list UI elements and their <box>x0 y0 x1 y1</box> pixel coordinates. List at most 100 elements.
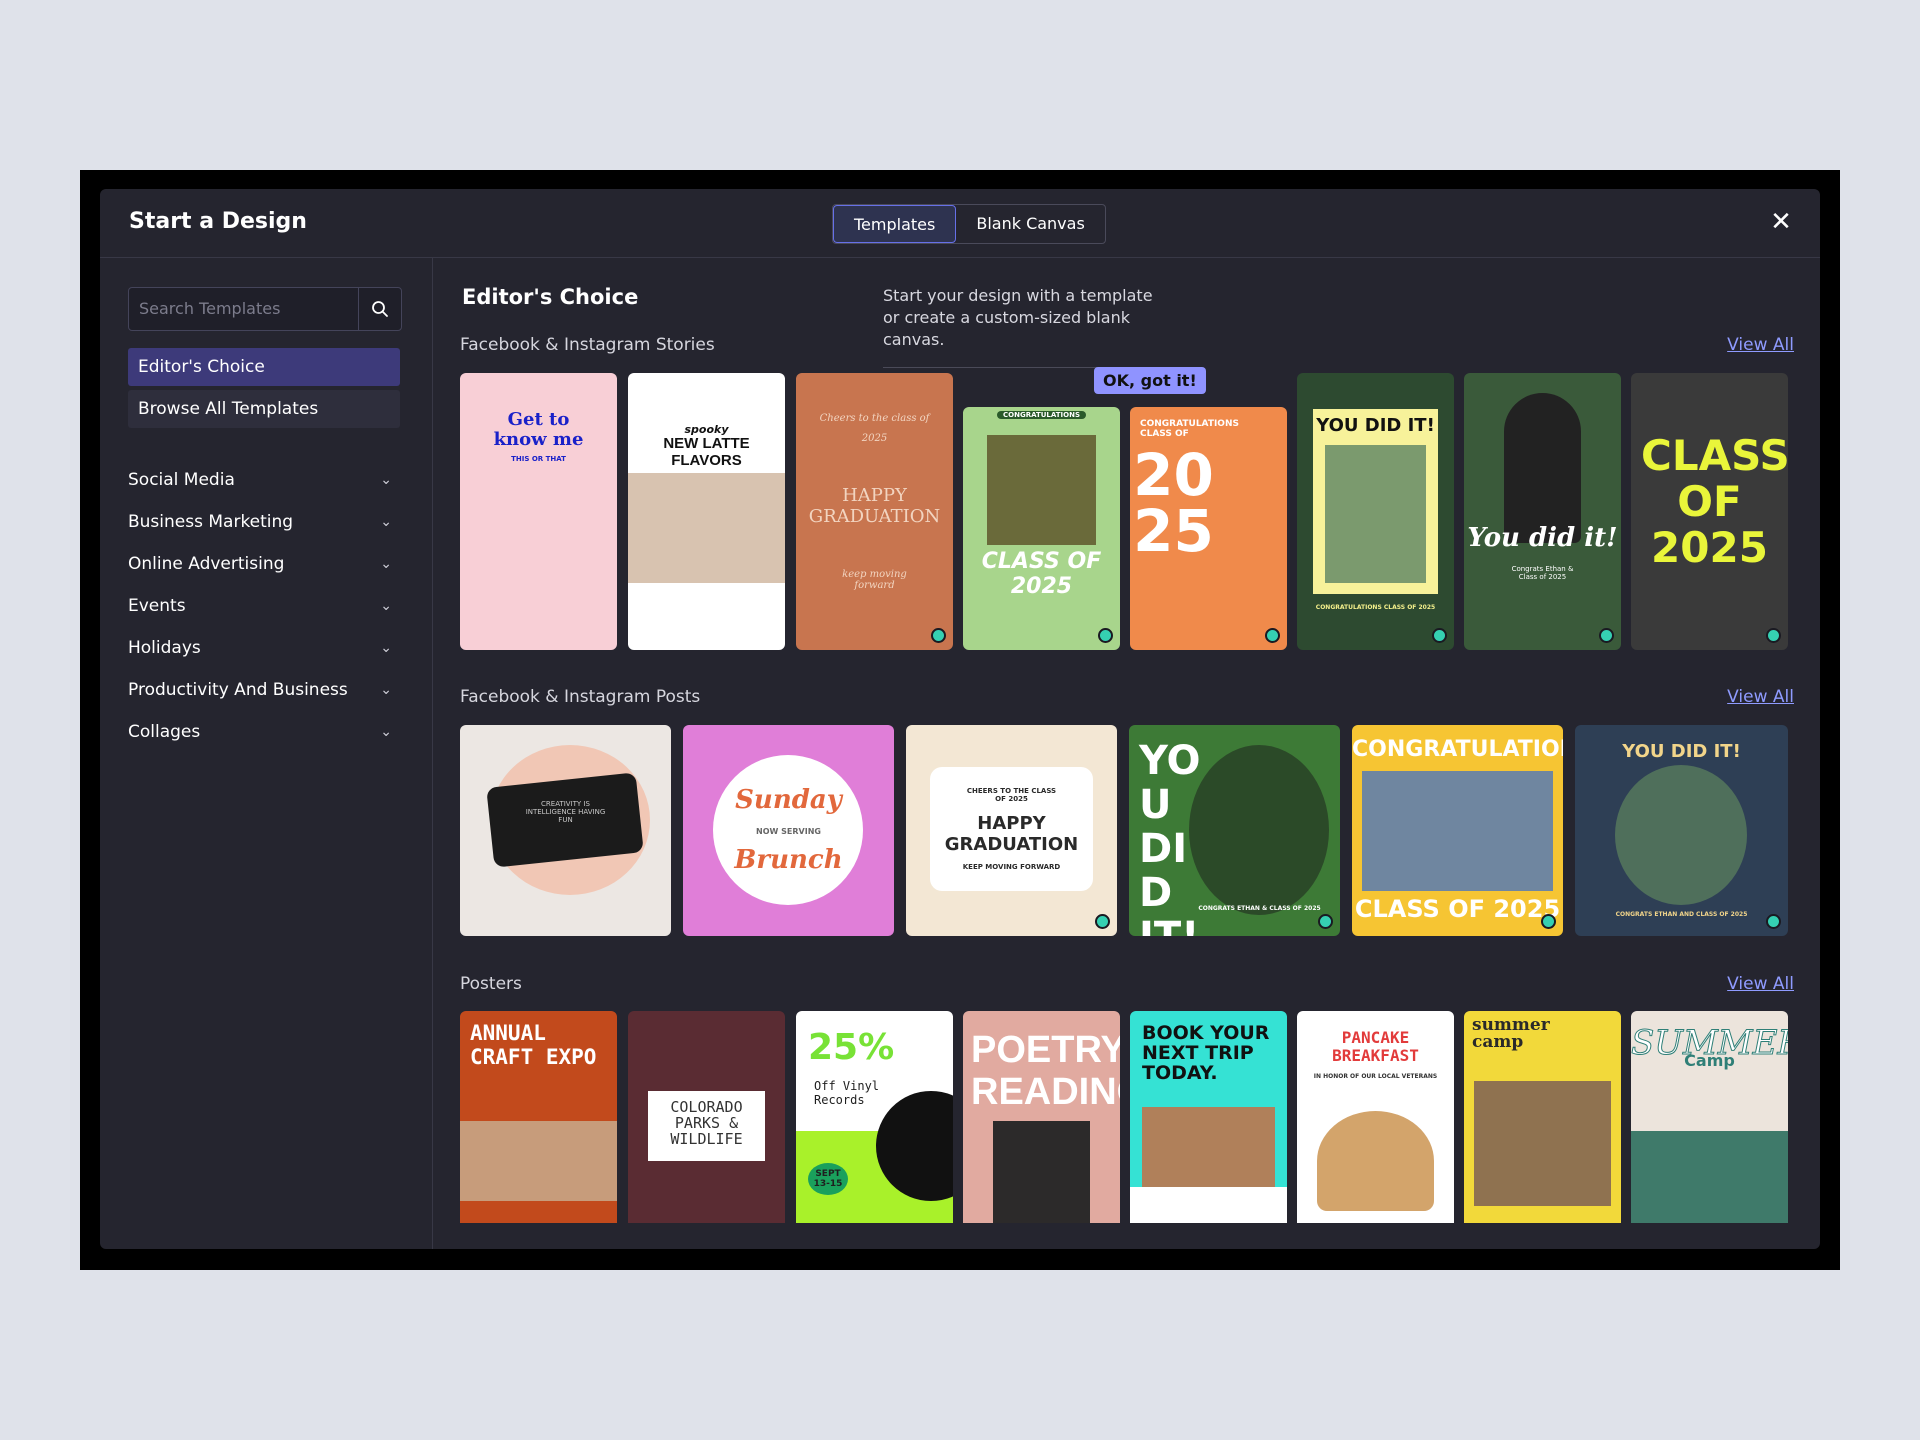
craft-photo <box>460 1121 617 1201</box>
poster-card[interactable]: POETRY READING <box>963 1011 1120 1223</box>
category-online-advertising[interactable]: Online Advertising ⌄ <box>128 549 400 579</box>
premium-badge <box>1766 914 1781 929</box>
category-label: Business Marketing <box>128 512 294 532</box>
card-text: CONGRATULATIONS CLASS OF 2025 <box>1315 604 1436 611</box>
section-title-posts: Facebook & Instagram Posts <box>460 687 701 707</box>
premium-badge <box>1318 914 1333 929</box>
search-input[interactable]: Search Templates <box>139 299 280 318</box>
pancake-photo <box>1317 1111 1434 1211</box>
onboarding-tip: Start your design with a template or cre… <box>883 285 1173 368</box>
poster-card[interactable]: COLORADO PARKS & WILDLIFE <box>628 1011 785 1223</box>
category-social-media[interactable]: Social Media ⌄ <box>128 465 400 495</box>
chevron-down-icon: ⌄ <box>380 556 392 572</box>
chevron-down-icon: ⌄ <box>380 598 392 614</box>
page-title: Editor's Choice <box>462 285 639 309</box>
premium-badge <box>1265 628 1280 643</box>
post-card[interactable]: YOU DID IT! CONGRATS ETHAN & CLASS OF 20… <box>1129 725 1340 936</box>
story-card[interactable]: YOU DID IT! CONGRATULATIONS CLASS OF 202… <box>1297 373 1454 650</box>
card-text: THIS OR THAT <box>511 455 566 463</box>
poster-card[interactable]: summer camp <box>1464 1011 1621 1223</box>
poster-card[interactable]: PANCAKE BREAKFAST IN HONOR OF OUR LOCAL … <box>1297 1011 1454 1223</box>
story-card[interactable]: Cheers to the class of 2025 HAPPY GRADUA… <box>796 373 953 650</box>
category-label: Events <box>128 596 186 616</box>
category-events[interactable]: Events ⌄ <box>128 591 400 621</box>
chevron-down-icon: ⌄ <box>380 724 392 740</box>
post-card[interactable]: Sunday NOW SERVING Brunch <box>683 725 894 936</box>
stadium-photo <box>1362 771 1553 891</box>
category-label: Online Advertising <box>128 554 285 574</box>
story-card[interactable]: spooky NEW LATTE FLAVORS <box>628 373 785 650</box>
card-text: YOU DID IT! <box>1622 741 1741 762</box>
post-card[interactable]: YOU DID IT! CONGRATS ETHAN AND CLASS OF … <box>1575 725 1788 936</box>
post-card[interactable]: CONGRATULATIONS CLASS OF 2025 <box>1352 725 1563 936</box>
ok-got-it-button[interactable]: OK, got it! <box>1094 367 1206 394</box>
chevron-down-icon: ⌄ <box>380 514 392 530</box>
card-text: NEW LATTE FLAVORS <box>663 435 750 469</box>
premium-badge <box>1098 628 1113 643</box>
category-label: Holidays <box>128 638 201 658</box>
card-text: You did it! <box>1467 523 1618 553</box>
section-title-posters: Posters <box>460 974 522 994</box>
card-text: BOOK YOUR NEXT TRIP TODAY. <box>1142 1022 1270 1084</box>
graduate-photo <box>1615 765 1747 905</box>
category-label: Productivity And Business <box>128 680 348 700</box>
category-productivity-business[interactable]: Productivity And Business ⌄ <box>128 675 400 705</box>
tower-photo <box>987 435 1096 545</box>
category-holidays[interactable]: Holidays ⌄ <box>128 633 400 663</box>
main-panel: Editor's Choice Start your design with a… <box>433 257 1820 1249</box>
poster-card[interactable]: BOOK YOUR NEXT TRIP TODAY. <box>1130 1011 1287 1223</box>
view-all-posts-link[interactable]: View All <box>1727 687 1794 707</box>
tab-templates[interactable]: Templates <box>833 205 957 243</box>
poster-card[interactable]: 25% Off Vinyl Records SEPT 13-15 <box>796 1011 953 1223</box>
camp-photos <box>1474 1081 1611 1206</box>
view-all-posters-link[interactable]: View All <box>1727 974 1794 994</box>
card-text: know me <box>493 429 584 450</box>
card-text: Off Vinyl Records <box>814 1079 880 1107</box>
category-business-marketing[interactable]: Business Marketing ⌄ <box>128 507 400 537</box>
sidebar: Search Templates Editor's Choice Browse … <box>100 257 433 1249</box>
story-card[interactable]: You did it! Congrats Ethan & Class of 20… <box>1464 373 1621 650</box>
category-label: Social Media <box>128 470 235 490</box>
story-card[interactable]: CONGRATULATIONS CLASS OF 2025 <box>963 407 1120 650</box>
poster-card[interactable]: SUMMER Camp <box>1631 1011 1788 1223</box>
poet-photo <box>993 1121 1090 1223</box>
view-all-stories-link[interactable]: View All <box>1727 335 1794 355</box>
card-text: CLASS OF 2025 <box>1641 431 1788 572</box>
sidebar-item-editors-choice[interactable]: Editor's Choice <box>128 348 400 386</box>
sidebar-item-browse-all[interactable]: Browse All Templates <box>128 390 400 428</box>
card-text: SEPT 13-15 <box>808 1163 848 1195</box>
card-text: CLASS OF 2025 <box>981 549 1102 599</box>
card-text: Brunch <box>734 845 843 875</box>
mode-toggle: Templates Blank Canvas <box>832 204 1106 244</box>
card-text: PANCAKE BREAKFAST <box>1332 1028 1419 1065</box>
card-text: summer camp <box>1472 1015 1550 1052</box>
category-collages[interactable]: Collages ⌄ <box>128 717 400 747</box>
post-card[interactable]: CREATIVITY IS INTELLIGENCE HAVING FUN <box>460 725 671 936</box>
card-text: CREATIVITY IS INTELLIGENCE HAVING FUN <box>525 800 606 824</box>
close-icon[interactable]: ✕ <box>1768 209 1794 235</box>
story-card[interactable]: Get to know me THIS OR THAT <box>460 373 617 650</box>
premium-badge <box>1432 628 1447 643</box>
card-text: YOU DID IT! <box>1316 415 1435 436</box>
card-text: HAPPY GRADUATION <box>808 485 941 527</box>
card-text: Cheers to the class of <box>819 413 930 424</box>
premium-badge <box>1095 914 1110 929</box>
story-card[interactable]: CLASS OF 2025 <box>1631 373 1788 650</box>
premium-badge <box>1766 628 1781 643</box>
modal-title: Start a Design <box>129 209 307 234</box>
card-text: POETRY READING <box>971 1029 1120 1113</box>
search-button[interactable] <box>358 288 401 330</box>
start-design-modal: Start a Design Templates Blank Canvas ✕ … <box>100 189 1820 1249</box>
card-text: CONGRATULATIONS <box>1352 737 1563 762</box>
graduate-photo <box>1325 445 1426 583</box>
graduate-photo <box>1504 393 1581 543</box>
card-text: 25% <box>808 1027 895 1068</box>
card-text: Congrats Ethan & Class of 2025 <box>1511 565 1574 581</box>
footer-panel <box>1130 1187 1287 1223</box>
card-text: 2025 <box>861 433 888 444</box>
tab-blank-canvas[interactable]: Blank Canvas <box>956 205 1104 243</box>
post-card[interactable]: CHEERS TO THE CLASS OF 2025 HAPPY GRADUA… <box>906 725 1117 936</box>
poster-card[interactable]: ANNUAL CRAFT EXPO <box>460 1011 617 1223</box>
story-card[interactable]: CONGRATULATIONS CLASS OF 2025 <box>1130 407 1287 650</box>
chevron-down-icon: ⌄ <box>380 640 392 656</box>
